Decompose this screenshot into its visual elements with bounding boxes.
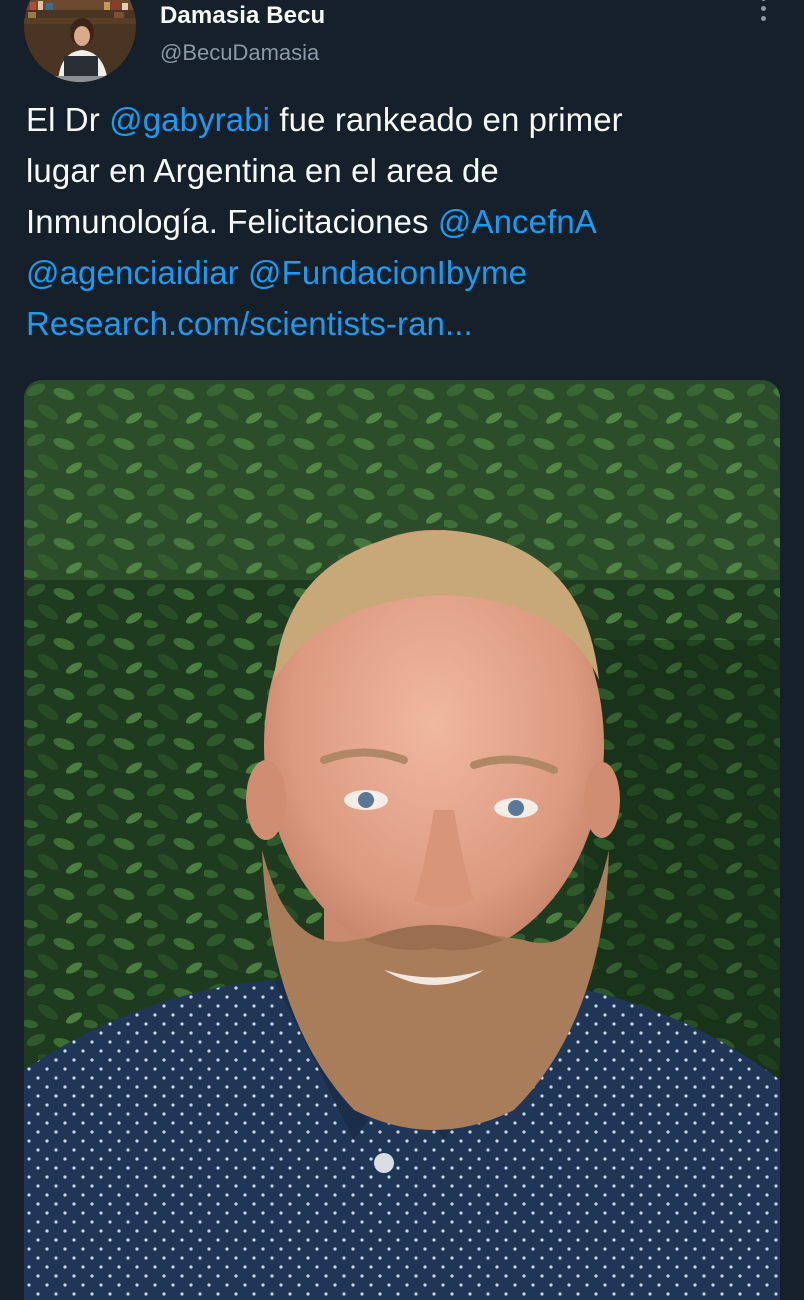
tweet-line-4: @agenciaidiar @FundacionIbyme [26, 247, 786, 298]
tweet-photo[interactable] [24, 380, 780, 1300]
more-vertical-icon-dot [760, 16, 766, 21]
mention-agenciaidiar[interactable]: @agenciaidiar [26, 254, 239, 291]
author-avatar[interactable] [24, 0, 136, 82]
more-vertical-icon [760, 0, 766, 1]
tweet-text-segment: fue rankeado en primer [270, 101, 623, 138]
tweet-text-segment [239, 254, 248, 291]
tweet-photo-image [24, 380, 780, 1300]
tweet-text-segment: Inmunología. Felicitaciones [26, 203, 438, 240]
research-link[interactable]: Research.com/scientists-ran... [26, 305, 473, 342]
mention-ancefna[interactable]: @AncefnA [438, 203, 597, 240]
tweet-line-1: El Dr @gabyrabi fue rankeado en primer [26, 94, 786, 145]
more-options-button[interactable] [750, 0, 776, 30]
avatar-image [24, 0, 136, 82]
tweet-text: El Dr @gabyrabi fue rankeado en primer l… [26, 94, 786, 349]
author-handle[interactable]: @BecuDamasia [160, 40, 319, 66]
tweet-line-5: Research.com/scientists-ran... [26, 298, 786, 349]
author-name[interactable]: Damasia Becu [160, 2, 325, 30]
tweet-line-3: Inmunología. Felicitaciones @AncefnA [26, 196, 786, 247]
mention-gabyrabi[interactable]: @gabyrabi [109, 101, 270, 138]
tweet-line-2: lugar en Argentina en el area de [26, 152, 499, 189]
more-vertical-icon-dot [760, 6, 766, 11]
mention-fundacionibyme[interactable]: @FundacionIbyme [248, 254, 527, 291]
tweet-text-segment: El Dr [26, 101, 110, 138]
